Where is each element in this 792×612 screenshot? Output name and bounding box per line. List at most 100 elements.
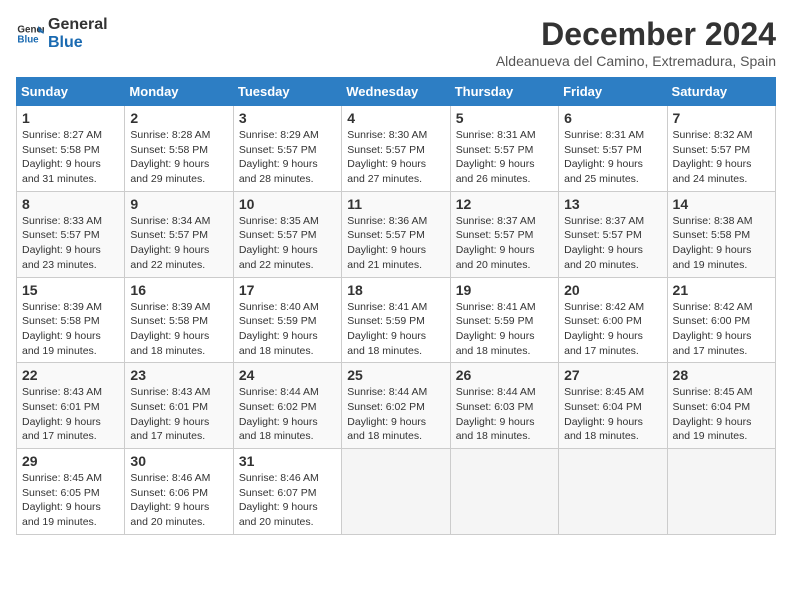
col-header-wednesday: Wednesday — [342, 78, 450, 106]
day-cell — [450, 449, 558, 535]
day-number: 6 — [564, 110, 661, 126]
day-number: 7 — [673, 110, 770, 126]
day-cell: 25 Sunrise: 8:44 AMSunset: 6:02 PMDayligh… — [342, 363, 450, 449]
logo-general: General — [48, 16, 108, 34]
day-number: 11 — [347, 196, 444, 212]
day-info: Sunrise: 8:45 AMSunset: 6:04 PMDaylight:… — [564, 385, 661, 444]
title-area: December 2024 Aldeanueva del Camino, Ext… — [496, 16, 776, 69]
day-cell: 2 Sunrise: 8:28 AMSunset: 5:58 PMDaylight… — [125, 106, 233, 192]
day-number: 17 — [239, 282, 336, 298]
month-title: December 2024 — [496, 16, 776, 53]
day-number: 18 — [347, 282, 444, 298]
day-cell: 28Sunrise: 8:45 AMSunset: 6:04 PMDayligh… — [667, 363, 775, 449]
day-number: 27 — [564, 367, 661, 383]
day-cell: 24 Sunrise: 8:44 AMSunset: 6:02 PMDayligh… — [233, 363, 341, 449]
day-number: 14 — [673, 196, 770, 212]
day-cell: 10 Sunrise: 8:35 AMSunset: 5:57 PMDayligh… — [233, 191, 341, 277]
day-cell: 26 Sunrise: 8:44 AMSunset: 6:03 PMDayligh… — [450, 363, 558, 449]
day-cell: 21Sunrise: 8:42 AMSunset: 6:00 PMDayligh… — [667, 277, 775, 363]
day-info: Sunrise: 8:44 AMSunset: 6:02 PMDaylight:… — [347, 385, 444, 444]
day-info: Sunrise: 8:29 AMSunset: 5:57 PMDaylight:… — [239, 128, 336, 187]
day-info: Sunrise: 8:45 AMSunset: 6:05 PMDaylight:… — [22, 471, 119, 530]
day-info: Sunrise: 8:44 AMSunset: 6:03 PMDaylight:… — [456, 385, 553, 444]
day-info: Sunrise: 8:42 AMSunset: 6:00 PMDaylight:… — [564, 300, 661, 359]
day-info: Sunrise: 8:45 AMSunset: 6:04 PMDaylight:… — [673, 385, 770, 444]
day-info: Sunrise: 8:44 AMSunset: 6:02 PMDaylight:… — [239, 385, 336, 444]
day-info: Sunrise: 8:41 AMSunset: 5:59 PMDaylight:… — [456, 300, 553, 359]
day-info: Sunrise: 8:28 AMSunset: 5:58 PMDaylight:… — [130, 128, 227, 187]
header: General Blue General Blue December 2024 … — [16, 16, 776, 69]
day-number: 21 — [673, 282, 770, 298]
day-number: 20 — [564, 282, 661, 298]
day-number: 15 — [22, 282, 119, 298]
day-cell: 30 Sunrise: 8:46 AMSunset: 6:06 PMDayligh… — [125, 449, 233, 535]
day-cell: 4Sunrise: 8:30 AMSunset: 5:57 PMDaylight… — [342, 106, 450, 192]
day-cell — [667, 449, 775, 535]
day-info: Sunrise: 8:41 AMSunset: 5:59 PMDaylight:… — [347, 300, 444, 359]
day-info: Sunrise: 8:31 AMSunset: 5:57 PMDaylight:… — [564, 128, 661, 187]
col-header-monday: Monday — [125, 78, 233, 106]
day-number: 23 — [130, 367, 227, 383]
day-cell: 18 Sunrise: 8:41 AMSunset: 5:59 PMDayligh… — [342, 277, 450, 363]
day-number: 1 — [22, 110, 119, 126]
day-cell: 12 Sunrise: 8:37 AMSunset: 5:57 PMDayligh… — [450, 191, 558, 277]
day-info: Sunrise: 8:40 AMSunset: 5:59 PMDaylight:… — [239, 300, 336, 359]
day-info: Sunrise: 8:32 AMSunset: 5:57 PMDaylight:… — [673, 128, 770, 187]
day-number: 5 — [456, 110, 553, 126]
day-info: Sunrise: 8:37 AMSunset: 5:57 PMDaylight:… — [456, 214, 553, 273]
day-number: 12 — [456, 196, 553, 212]
day-cell: 11Sunrise: 8:36 AMSunset: 5:57 PMDayligh… — [342, 191, 450, 277]
week-row-5: 29Sunrise: 8:45 AMSunset: 6:05 PMDayligh… — [17, 449, 776, 535]
day-number: 30 — [130, 453, 227, 469]
day-number: 26 — [456, 367, 553, 383]
day-cell — [342, 449, 450, 535]
week-row-4: 22 Sunrise: 8:43 AMSunset: 6:01 PMDayligh… — [17, 363, 776, 449]
week-row-1: 1 Sunrise: 8:27 AMSunset: 5:58 PMDaylight… — [17, 106, 776, 192]
col-header-thursday: Thursday — [450, 78, 558, 106]
day-cell: 13Sunrise: 8:37 AMSunset: 5:57 PMDayligh… — [559, 191, 667, 277]
day-number: 8 — [22, 196, 119, 212]
day-headers-row: SundayMondayTuesdayWednesdayThursdayFrid… — [17, 78, 776, 106]
day-number: 3 — [239, 110, 336, 126]
svg-text:Blue: Blue — [17, 34, 39, 45]
day-number: 24 — [239, 367, 336, 383]
day-info: Sunrise: 8:37 AMSunset: 5:57 PMDaylight:… — [564, 214, 661, 273]
day-cell: 29Sunrise: 8:45 AMSunset: 6:05 PMDayligh… — [17, 449, 125, 535]
day-cell: 5Sunrise: 8:31 AMSunset: 5:57 PMDaylight… — [450, 106, 558, 192]
day-info: Sunrise: 8:43 AMSunset: 6:01 PMDaylight:… — [130, 385, 227, 444]
day-number: 4 — [347, 110, 444, 126]
day-number: 22 — [22, 367, 119, 383]
day-number: 2 — [130, 110, 227, 126]
col-header-sunday: Sunday — [17, 78, 125, 106]
day-number: 10 — [239, 196, 336, 212]
day-number: 31 — [239, 453, 336, 469]
day-info: Sunrise: 8:27 AMSunset: 5:58 PMDaylight:… — [22, 128, 119, 187]
logo-icon: General Blue — [16, 20, 44, 48]
location-subtitle: Aldeanueva del Camino, Extremadura, Spai… — [496, 53, 776, 69]
col-header-tuesday: Tuesday — [233, 78, 341, 106]
day-cell: 27 Sunrise: 8:45 AMSunset: 6:04 PMDayligh… — [559, 363, 667, 449]
day-cell: 20 Sunrise: 8:42 AMSunset: 6:00 PMDayligh… — [559, 277, 667, 363]
day-cell: 22 Sunrise: 8:43 AMSunset: 6:01 PMDayligh… — [17, 363, 125, 449]
week-row-3: 15 Sunrise: 8:39 AMSunset: 5:58 PMDayligh… — [17, 277, 776, 363]
day-info: Sunrise: 8:46 AMSunset: 6:07 PMDaylight:… — [239, 471, 336, 530]
day-cell: 23 Sunrise: 8:43 AMSunset: 6:01 PMDayligh… — [125, 363, 233, 449]
logo-blue: Blue — [48, 34, 108, 52]
calendar-table: SundayMondayTuesdayWednesdayThursdayFrid… — [16, 77, 776, 535]
day-cell: 17 Sunrise: 8:40 AMSunset: 5:59 PMDayligh… — [233, 277, 341, 363]
day-number: 25 — [347, 367, 444, 383]
day-cell — [559, 449, 667, 535]
col-header-saturday: Saturday — [667, 78, 775, 106]
day-info: Sunrise: 8:35 AMSunset: 5:57 PMDaylight:… — [239, 214, 336, 273]
day-cell: 9Sunrise: 8:34 AMSunset: 5:57 PMDaylight… — [125, 191, 233, 277]
day-info: Sunrise: 8:43 AMSunset: 6:01 PMDaylight:… — [22, 385, 119, 444]
day-info: Sunrise: 8:33 AMSunset: 5:57 PMDaylight:… — [22, 214, 119, 273]
day-info: Sunrise: 8:46 AMSunset: 6:06 PMDaylight:… — [130, 471, 227, 530]
day-cell: 8 Sunrise: 8:33 AMSunset: 5:57 PMDaylight… — [17, 191, 125, 277]
logo: General Blue General Blue — [16, 16, 108, 51]
day-cell: 31 Sunrise: 8:46 AMSunset: 6:07 PMDayligh… — [233, 449, 341, 535]
day-cell: 6 Sunrise: 8:31 AMSunset: 5:57 PMDaylight… — [559, 106, 667, 192]
day-info: Sunrise: 8:39 AMSunset: 5:58 PMDaylight:… — [22, 300, 119, 359]
day-number: 9 — [130, 196, 227, 212]
day-info: Sunrise: 8:39 AMSunset: 5:58 PMDaylight:… — [130, 300, 227, 359]
